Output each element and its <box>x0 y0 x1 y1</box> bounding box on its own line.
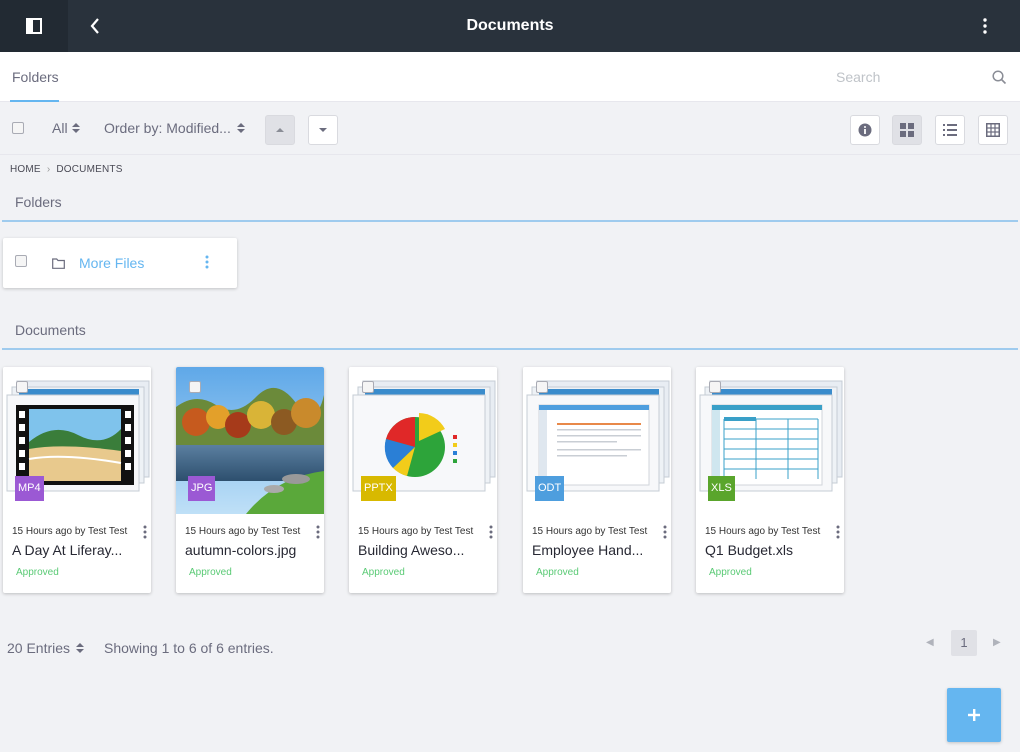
table-view-button[interactable] <box>978 115 1008 145</box>
document-title[interactable]: autumn-colors.jpg <box>185 542 315 558</box>
status-label: Approved <box>16 567 59 578</box>
status-label: Approved <box>362 567 405 578</box>
document-card[interactable]: MP4 15 Hours ago by Test Test A Day At L… <box>3 367 151 593</box>
document-actions-kebab-icon[interactable] <box>836 525 840 544</box>
folder-checkbox[interactable] <box>15 255 27 267</box>
sort-descending-button[interactable] <box>308 115 338 145</box>
pagination-results: Showing 1 to 6 of 6 entries. <box>104 640 274 656</box>
document-meta: 15 Hours ago by Test Test <box>532 526 648 537</box>
table-icon <box>986 123 1000 137</box>
order-by-dropdown[interactable]: Order by: Modified... <box>104 120 245 136</box>
pagination-next-icon[interactable]: ▶ <box>993 637 1001 648</box>
tab-folders-label: Folders <box>12 69 59 85</box>
add-button[interactable] <box>947 688 1001 742</box>
chevron-right-icon: › <box>46 164 51 175</box>
folders-section-title: Folders <box>15 194 62 210</box>
documents-section-title: Documents <box>15 322 86 338</box>
document-title[interactable]: Employee Hand... <box>532 542 662 558</box>
entries-per-page-label: 20 Entries <box>7 640 71 656</box>
folder-actions-kebab-icon[interactable] <box>205 255 209 274</box>
page-title: Documents <box>466 17 554 34</box>
status-label: Approved <box>189 567 232 578</box>
document-actions-kebab-icon[interactable] <box>663 525 667 544</box>
caret-updown-icon <box>76 643 85 653</box>
document-actions-kebab-icon[interactable] <box>143 525 147 544</box>
search-icon[interactable] <box>992 70 1007 90</box>
file-type-badge: XLS <box>708 476 735 501</box>
entries-per-page-dropdown[interactable]: 20 Entries <box>7 640 85 656</box>
status-label: Approved <box>709 567 752 578</box>
management-toolbar: All Order by: Modified... <box>0 103 1020 155</box>
search-input[interactable] <box>836 66 986 88</box>
document-card[interactable]: PPTX 15 Hours ago by Test Test Building … <box>349 367 497 593</box>
status-label: Approved <box>536 567 579 578</box>
filter-dropdown[interactable]: All <box>52 120 80 136</box>
info-button[interactable] <box>850 115 880 145</box>
breadcrumb-documents: DOCUMENTS <box>56 164 123 175</box>
document-card[interactable]: JPG 15 Hours ago by Test Test autumn-col… <box>176 367 324 593</box>
document-meta: 15 Hours ago by Test Test <box>358 526 474 537</box>
list-view-button[interactable] <box>935 115 965 145</box>
document-checkbox[interactable] <box>709 381 721 393</box>
document-checkbox[interactable] <box>16 381 28 393</box>
document-meta: 15 Hours ago by Test Test <box>185 526 301 537</box>
document-card[interactable]: XLS 15 Hours ago by Test Test Q1 Budget.… <box>696 367 844 593</box>
folder-name[interactable]: More Files <box>79 255 144 271</box>
plus-icon <box>968 709 980 721</box>
top-bar: Documents <box>0 0 1020 52</box>
file-type-badge: ODT <box>535 476 565 501</box>
select-all-checkbox[interactable] <box>12 122 24 134</box>
file-type-badge: MP4 <box>15 476 44 501</box>
document-meta: 15 Hours ago by Test Test <box>12 526 128 537</box>
caret-updown-icon <box>71 123 80 133</box>
active-tab-indicator <box>10 100 59 102</box>
info-icon <box>858 123 872 137</box>
caret-up-icon <box>276 128 284 132</box>
document-checkbox[interactable] <box>362 381 374 393</box>
document-card[interactable]: ODT 15 Hours ago by Test Test Employee H… <box>523 367 671 593</box>
folders-section-header: Folders <box>2 184 1018 222</box>
document-actions-kebab-icon[interactable] <box>489 525 493 544</box>
tab-folders[interactable]: Folders <box>0 52 71 102</box>
back-arrow-icon[interactable] <box>80 10 110 42</box>
pagination-prev-icon[interactable]: ◀ <box>926 637 934 648</box>
filter-label: All <box>52 120 68 136</box>
options-kebab-icon[interactable] <box>970 12 1000 40</box>
sort-ascending-button[interactable] <box>265 115 295 145</box>
folder-icon <box>52 256 65 274</box>
cards-view-button[interactable] <box>892 115 922 145</box>
document-title[interactable]: A Day At Liferay... <box>12 542 142 558</box>
sidebar-toggle-icon[interactable] <box>0 0 68 52</box>
pagination-page-current[interactable]: 1 <box>951 630 977 656</box>
breadcrumb-home[interactable]: HOME <box>10 164 41 175</box>
caret-down-icon <box>319 128 327 132</box>
order-by-label: Order by: Modified... <box>104 120 231 136</box>
caret-updown-icon <box>236 123 245 133</box>
document-checkbox[interactable] <box>189 381 201 393</box>
list-icon <box>943 124 957 136</box>
grid-cards-icon <box>900 123 914 137</box>
file-type-badge: PPTX <box>361 476 396 501</box>
document-checkbox[interactable] <box>536 381 548 393</box>
file-type-badge: JPG <box>188 476 216 501</box>
navigation-bar: Folders <box>0 52 1020 102</box>
document-meta: 15 Hours ago by Test Test <box>705 526 821 537</box>
document-title[interactable]: Q1 Budget.xls <box>705 542 835 558</box>
documents-section-header: Documents <box>2 312 1018 350</box>
document-actions-kebab-icon[interactable] <box>316 525 320 544</box>
folder-card[interactable]: More Files <box>3 238 237 288</box>
document-title[interactable]: Building Aweso... <box>358 542 488 558</box>
breadcrumb: HOME › DOCUMENTS <box>10 164 123 175</box>
